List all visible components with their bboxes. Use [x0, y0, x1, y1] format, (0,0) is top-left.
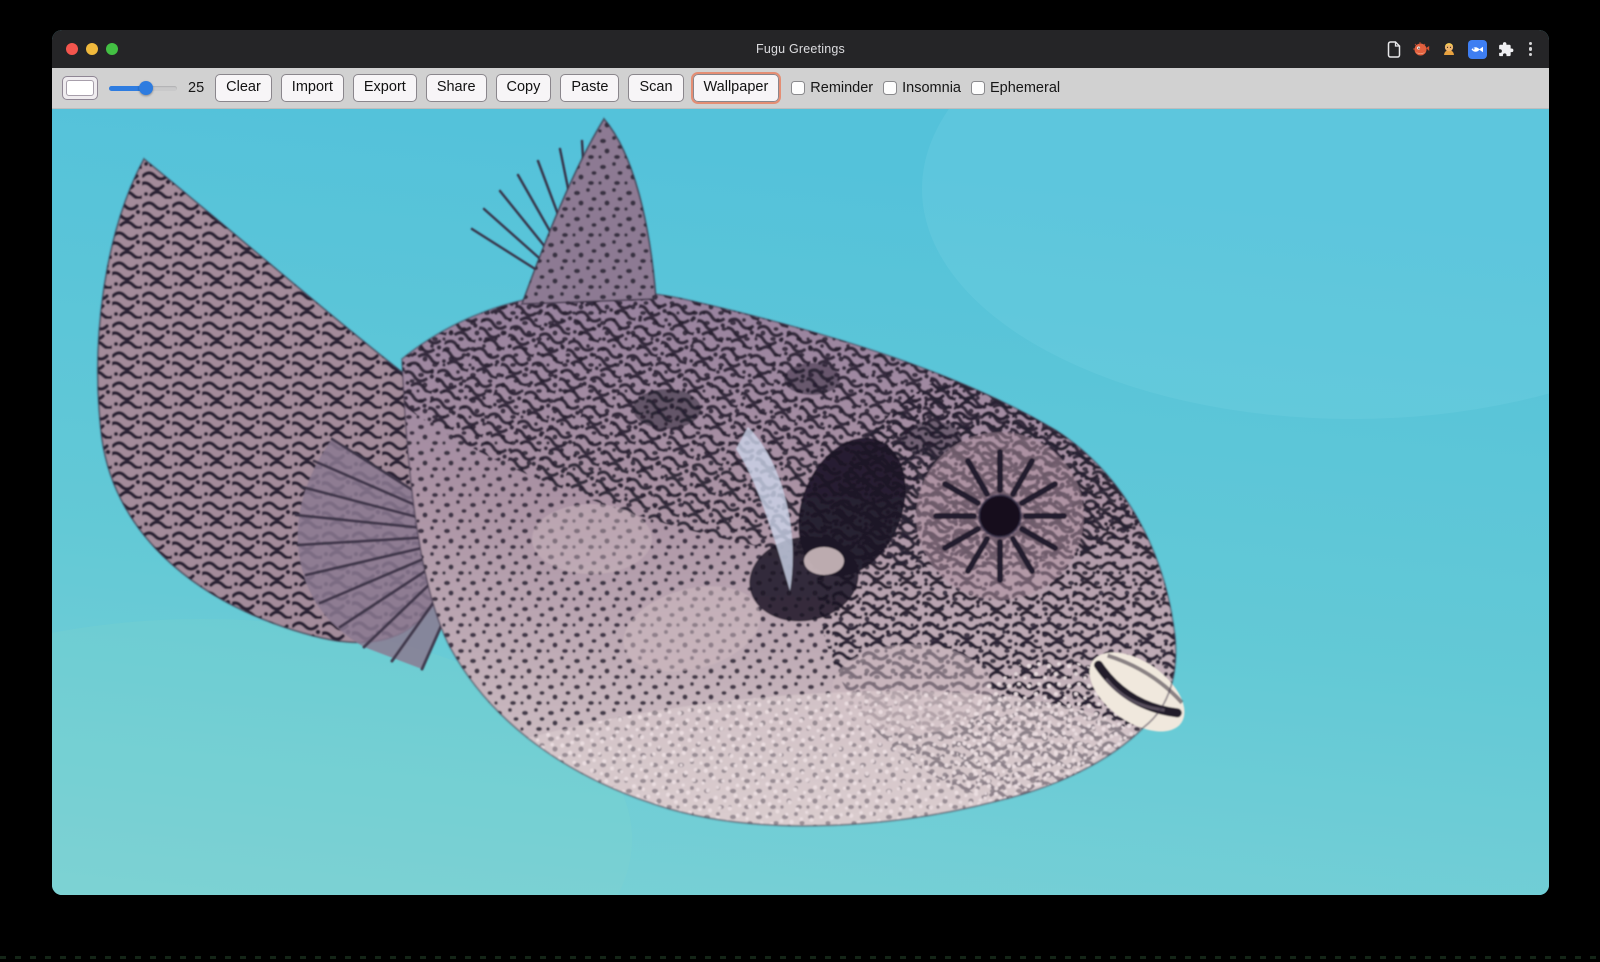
slider-thumb[interactable]: [139, 81, 153, 95]
traffic-lights: [66, 30, 118, 68]
reminder-label: Reminder: [810, 80, 873, 96]
toolbar: 25 Clear Import Export Share Copy Paste …: [52, 68, 1549, 109]
color-input[interactable]: [62, 76, 98, 100]
titlebar-icons: [1387, 30, 1535, 68]
scan-button[interactable]: Scan: [628, 74, 683, 101]
ephemeral-checkbox[interactable]: [971, 81, 985, 95]
wallpaper-button[interactable]: Wallpaper: [693, 74, 780, 101]
color-swatch: [66, 80, 94, 96]
titlebar: Fugu Greetings: [52, 30, 1549, 68]
ephemeral-checkbox-row[interactable]: Ephemeral: [971, 80, 1060, 96]
checkbox-group: Reminder Insomnia Ephemeral: [791, 80, 1060, 96]
insomnia-checkbox[interactable]: [883, 81, 897, 95]
export-button[interactable]: Export: [353, 74, 417, 101]
reminder-checkbox-row[interactable]: Reminder: [791, 80, 873, 96]
pufferfish-emoji-icon[interactable]: [1412, 41, 1430, 57]
document-icon[interactable]: [1387, 41, 1401, 58]
minimize-window-button[interactable]: [86, 43, 98, 55]
person-emoji-icon[interactable]: [1441, 41, 1457, 57]
profile-avatar-fish[interactable]: [1468, 40, 1487, 59]
insomnia-label: Insomnia: [902, 80, 961, 96]
screen-edge-artifact: [0, 956, 1600, 959]
menu-kebab-icon[interactable]: [1526, 42, 1535, 57]
paste-button[interactable]: Paste: [560, 74, 619, 101]
window-title: Fugu Greetings: [52, 42, 1549, 56]
line-width-value: 25: [188, 80, 204, 96]
copy-button[interactable]: Copy: [496, 74, 552, 101]
extensions-puzzle-icon[interactable]: [1498, 41, 1515, 58]
ephemeral-label: Ephemeral: [990, 80, 1060, 96]
import-button[interactable]: Import: [281, 74, 344, 101]
insomnia-checkbox-row[interactable]: Insomnia: [883, 80, 961, 96]
reminder-checkbox[interactable]: [791, 81, 805, 95]
screen: Fugu Greetings: [0, 0, 1600, 962]
clear-button[interactable]: Clear: [215, 74, 272, 101]
line-width-slider[interactable]: [109, 78, 177, 98]
share-button[interactable]: Share: [426, 74, 487, 101]
canvas-area: [52, 109, 1549, 895]
drawing-canvas[interactable]: [52, 109, 1549, 895]
close-window-button[interactable]: [66, 43, 78, 55]
app-window: Fugu Greetings: [52, 30, 1549, 895]
zoom-window-button[interactable]: [106, 43, 118, 55]
